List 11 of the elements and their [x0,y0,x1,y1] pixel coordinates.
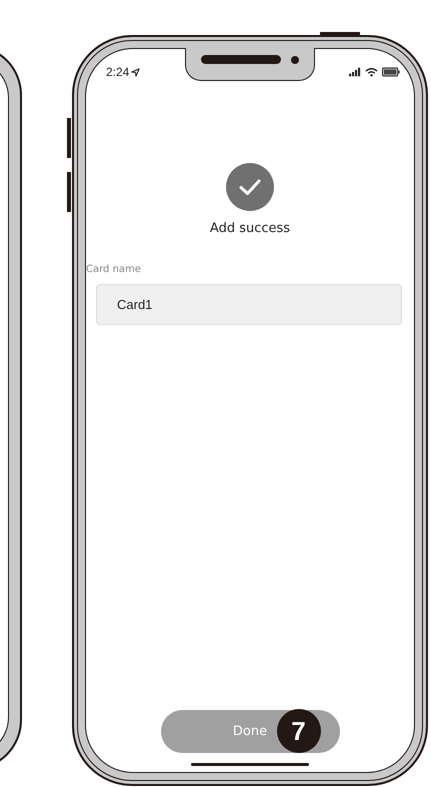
signal-icon [349,67,361,77]
wifi-icon [365,67,378,77]
field-label: Card name [86,264,141,275]
location-arrow-icon [131,68,140,76]
done-button[interactable]: Done 7 [160,710,340,753]
callout-number: 7 [276,709,320,753]
success-message: Add success [210,221,290,236]
status-time: 2:24 [106,65,130,79]
checkmark-icon [226,163,274,211]
card-name-field[interactable]: Card1 [96,284,402,325]
battery-icon [382,67,400,77]
